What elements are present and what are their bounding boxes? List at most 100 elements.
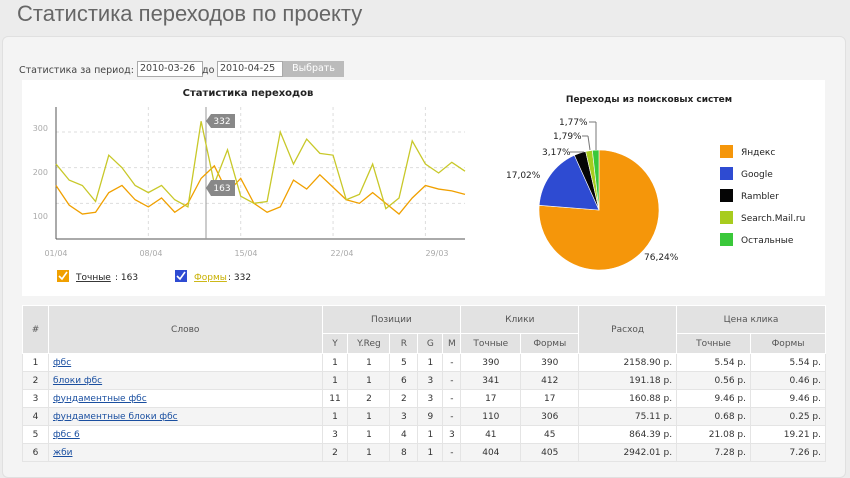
pie-legend-swatch	[720, 211, 733, 224]
table-row: 4 фундаментные блоки фбс 1 1 3 9-110 306 75.11 …	[22, 407, 826, 426]
expense: 191.18 р.	[578, 371, 678, 390]
pos-m: -	[442, 443, 462, 462]
pie-legend-swatch	[720, 189, 733, 202]
keyword-cell: фбс	[47, 353, 323, 372]
pos-m: -	[442, 389, 462, 408]
pie-legend-swatch	[720, 145, 733, 158]
y-tick-label: 100	[33, 212, 48, 221]
pie-leader-line	[587, 135, 591, 151]
price-exact: 9.46 р.	[676, 389, 751, 408]
pie-label-other: 1,77%	[559, 118, 588, 128]
pos-m: 3	[442, 425, 462, 444]
charts-svg: Статистика переходов 100 200 300 01/04 0…	[33, 88, 806, 283]
clicks-exact: 41	[460, 425, 522, 444]
pos-r: 2	[389, 389, 419, 408]
keyword-cell: жби	[47, 443, 323, 462]
table-row: 6 жби 2 1 8 1-404 405 2942.01 р. 7.28 р. 7.26 р.	[22, 443, 826, 462]
period-label: Статистика за период: от	[19, 65, 149, 76]
pos-y: 3	[321, 425, 349, 444]
pie-label-yandex: 76,24%	[644, 253, 679, 263]
col-header-expense: Расход	[578, 305, 678, 354]
row-num: 1	[22, 353, 49, 372]
pie-legend-rambler: Rambler	[720, 189, 779, 202]
price-forms: 9.46 р.	[750, 389, 826, 408]
pie-legend-label: Search.Mail.ru	[741, 214, 805, 224]
pos-y: 1	[321, 407, 349, 426]
pie-legend-other: Остальные	[720, 233, 794, 246]
price-exact: 5.54 р.	[676, 353, 751, 372]
row-num: 4	[22, 407, 49, 426]
expense: 160.88 р.	[578, 389, 678, 408]
pos-m: -	[442, 407, 462, 426]
pos-g: 3	[417, 371, 444, 390]
keyword-link[interactable]: жби	[53, 448, 73, 458]
clicks-forms: 390	[520, 353, 580, 372]
legend-forms-checkbox[interactable]	[175, 270, 187, 282]
pos-yreg: 1	[347, 425, 391, 444]
col-header-price-forms: Формы	[750, 333, 826, 354]
x-tick-label: 15/04	[234, 249, 257, 258]
pos-r: 3	[389, 407, 419, 426]
clicks-exact: 17	[460, 389, 522, 408]
price-exact: 0.56 р.	[676, 371, 751, 390]
pos-y: 1	[321, 371, 349, 390]
charts-box: Статистика переходов 100 200 300 01/04 0…	[22, 80, 825, 296]
keyword-link[interactable]: фундаментные блоки фбс	[53, 412, 178, 422]
col-header-g: G	[417, 333, 444, 354]
legend-forms-value: : 332	[228, 273, 251, 283]
y-tick-label: 200	[33, 168, 48, 177]
pos-yreg: 2	[347, 389, 391, 408]
pos-m: -	[442, 371, 462, 390]
date-to-input[interactable]: 2010-04-25	[217, 61, 283, 77]
col-header-r: R	[389, 333, 419, 354]
period-to-label: до	[202, 65, 215, 76]
col-header-clicks-exact: Точные	[460, 333, 522, 354]
pie-label-mail: 1,79%	[553, 132, 582, 142]
keyword-link[interactable]: блоки фбс	[53, 376, 102, 386]
y-tick-label: 300	[33, 124, 48, 133]
pie-legend-swatch	[720, 233, 733, 246]
price-forms: 0.46 р.	[750, 371, 826, 390]
row-num: 3	[22, 389, 49, 408]
clicks-forms: 306	[520, 407, 580, 426]
legend-exact-checkbox[interactable]	[57, 270, 69, 282]
clicks-exact: 341	[460, 371, 522, 390]
series-line-exact	[55, 164, 466, 215]
pie-label-rambler: 3,17%	[542, 148, 571, 158]
table-row: 5 фбс 6 3 1 4 1 3 41 45 864.39 р. 21.08 р. 19.21 р.	[22, 425, 826, 444]
pie-legend-google: Google	[720, 167, 773, 180]
table-body: 1 фбс 1 1 5 1-390 390 2158.90 р. 5.54 р. 5.54 р. 2…	[22, 353, 826, 462]
col-header-price-exact: Точные	[676, 333, 751, 354]
col-header-positions: Позиции	[321, 305, 462, 334]
keyword-link[interactable]: фундаментные фбс	[53, 394, 147, 404]
x-tick-label: 22/04	[330, 249, 353, 258]
price-exact: 21.08 р.	[676, 425, 751, 444]
pos-m: -	[442, 353, 462, 372]
x-tick-label: 01/04	[44, 249, 67, 258]
pie-label-google: 17,02%	[506, 171, 541, 181]
pos-g: 9	[417, 407, 444, 426]
legend-exact-label[interactable]: Точные	[75, 273, 111, 283]
pie-legend-swatch	[720, 167, 733, 180]
row-num: 2	[22, 371, 49, 390]
legend-forms-label[interactable]: Формы	[194, 273, 227, 283]
price-exact: 7.28 р.	[676, 443, 751, 462]
pos-yreg: 1	[347, 407, 391, 426]
col-header-clicks-forms: Формы	[520, 333, 580, 354]
pos-y: 2	[321, 443, 349, 462]
col-header-m: M	[442, 333, 462, 354]
legend-item-exact[interactable]: Точные : 163	[57, 270, 138, 283]
legend-item-forms[interactable]: Формы : 332	[175, 270, 251, 283]
keyword-link[interactable]: фбс	[53, 358, 71, 368]
select-button[interactable]: Выбрать	[283, 61, 344, 77]
line-chart-title: Статистика переходов	[183, 88, 314, 99]
expense: 2942.01 р.	[578, 443, 678, 462]
pos-g: 1	[417, 443, 444, 462]
tooltip-exact: 163	[206, 180, 235, 196]
col-header-y: Y	[321, 333, 349, 354]
keyword-link[interactable]: фбс 6	[53, 430, 80, 440]
row-num: 6	[22, 443, 49, 462]
pos-r: 5	[389, 353, 419, 372]
clicks-forms: 45	[520, 425, 580, 444]
date-from-input[interactable]: 2010-03-26	[137, 61, 203, 77]
